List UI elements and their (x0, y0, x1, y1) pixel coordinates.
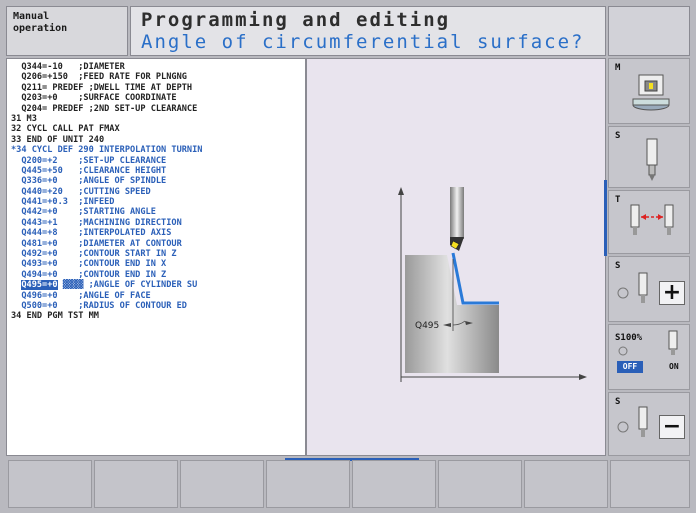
softkey-t-label: T (615, 195, 621, 205)
m-function-icon (632, 74, 670, 111)
program-line[interactable]: *34 CYCL DEF 290 INTERPOLATION TURNIN (11, 145, 301, 155)
program-line[interactable]: Q442=+0 ;STARTING ANGLE (11, 207, 301, 217)
program-line[interactable]: Q500=+0 ;RADIUS OF CONTOUR ED (11, 301, 301, 311)
program-line[interactable]: Q443=+1 ;MACHINING DIRECTION (11, 218, 301, 228)
softkey-2[interactable] (94, 460, 178, 508)
program-line[interactable]: Q336=+0 ;ANGLE OF SPINDLE (11, 176, 301, 186)
program-listing[interactable]: Q344=-10 ;DIAMETER Q206=+150 ;FEED RATE … (6, 58, 306, 456)
off-toggle[interactable]: OFF (617, 361, 643, 373)
spindle-override-icon (618, 330, 678, 356)
help-graphic: Q495 (306, 58, 606, 456)
softkey-8[interactable] (610, 460, 690, 508)
program-line[interactable]: Q496=+0 ;ANGLE OF FACE (11, 291, 301, 301)
program-line[interactable]: Q344=-10 ;DIAMETER (11, 62, 301, 72)
page-title: Programming and editing (141, 9, 451, 31)
program-line[interactable]: Q211= PREDEF ;DWELL TIME AT DEPTH (11, 83, 301, 93)
program-line[interactable]: 33 END OF UNIT 240 (11, 135, 301, 145)
tool-change-icon (630, 204, 674, 235)
program-line[interactable]: Q494=+0 ;CONTOUR END IN Z (11, 270, 301, 280)
softkey-t[interactable]: T (608, 190, 690, 254)
softkey-s-label: S (615, 131, 621, 141)
program-line[interactable]: Q493=+0 ;CONTOUR END IN X (11, 259, 301, 269)
softkey-spindle-override[interactable]: S100% OFF ON (608, 324, 690, 390)
mode-label-2: operation (13, 23, 68, 34)
programming-header: Programming and editing Angle of circumf… (130, 6, 606, 56)
softkey-5[interactable] (352, 460, 436, 508)
program-line[interactable]: Q492=+0 ;CONTOUR START IN Z (11, 249, 301, 259)
minus-icon: − (659, 415, 685, 439)
program-line[interactable]: 32 CYCL CALL PAT FMAX (11, 124, 301, 134)
program-line[interactable]: Q481=+0 ;DIAMETER AT CONTOUR (11, 239, 301, 249)
operating-mode[interactable]: Manual operation (6, 6, 128, 56)
program-line[interactable]: 31 M3 (11, 114, 301, 124)
program-line[interactable]: Q204= PREDEF ;2ND SET-UP CLEARANCE (11, 104, 301, 114)
program-line[interactable]: Q444=+8 ;INTERPOLATED AXIS (11, 228, 301, 238)
softkey-4[interactable] (266, 460, 350, 508)
softkey-s-minus-label: S (615, 397, 621, 407)
program-line[interactable]: Q200=+2 ;SET-UP CLEARANCE (11, 156, 301, 166)
softkey-spindle-minus[interactable]: S − (608, 392, 690, 456)
cnc-screen: Manual operation Programming and editing… (0, 0, 696, 513)
softkey-s-plus-label: S (615, 261, 621, 271)
program-line[interactable]: Q495=+0 ▓▓▓▓ ;ANGLE OF CYLINDER SU (11, 280, 301, 291)
softkey-1[interactable] (8, 460, 92, 508)
softkey-active-indicator (604, 180, 607, 256)
program-line[interactable]: Q206=+150 ;FEED RATE FOR PLNGNG (11, 72, 301, 82)
z-axis-arrow (398, 187, 404, 195)
workpiece (405, 255, 499, 373)
header-right-panel (608, 6, 690, 56)
softkey-spindle-plus[interactable]: S + (608, 256, 690, 322)
turning-contour-diagram: Q495 (398, 187, 587, 382)
x-axis-arrow (579, 374, 587, 380)
spindle-icon (646, 138, 658, 181)
softkey-s[interactable]: S (608, 126, 690, 188)
contour-line (451, 252, 499, 305)
program-line[interactable]: Q440=+20 ;CUTTING SPEED (11, 187, 301, 197)
turning-tool (450, 187, 464, 239)
program-line[interactable]: Q445=+50 ;CLEARANCE HEIGHT (11, 166, 301, 176)
q495-label: Q495 (415, 321, 439, 331)
on-toggle[interactable]: ON (669, 362, 679, 371)
dialog-prompt: Angle of circumferential surface? (141, 31, 585, 53)
active-input-value[interactable]: Q495=+0 (21, 280, 58, 291)
program-line[interactable]: Q441=+0.3 ;INFEED (11, 197, 301, 207)
program-line[interactable]: Q203=+0 ;SURFACE COORDINATE (11, 93, 301, 103)
softkey-3[interactable] (180, 460, 264, 508)
softkey-6[interactable] (438, 460, 522, 508)
mode-label-1: Manual (13, 11, 50, 22)
softkey-m[interactable]: M (608, 58, 690, 124)
softkey-7[interactable] (524, 460, 608, 508)
softkey-m-label: M (615, 63, 621, 73)
program-line[interactable]: 34 END PGM TST MM (11, 311, 301, 321)
plus-icon: + (659, 281, 685, 305)
